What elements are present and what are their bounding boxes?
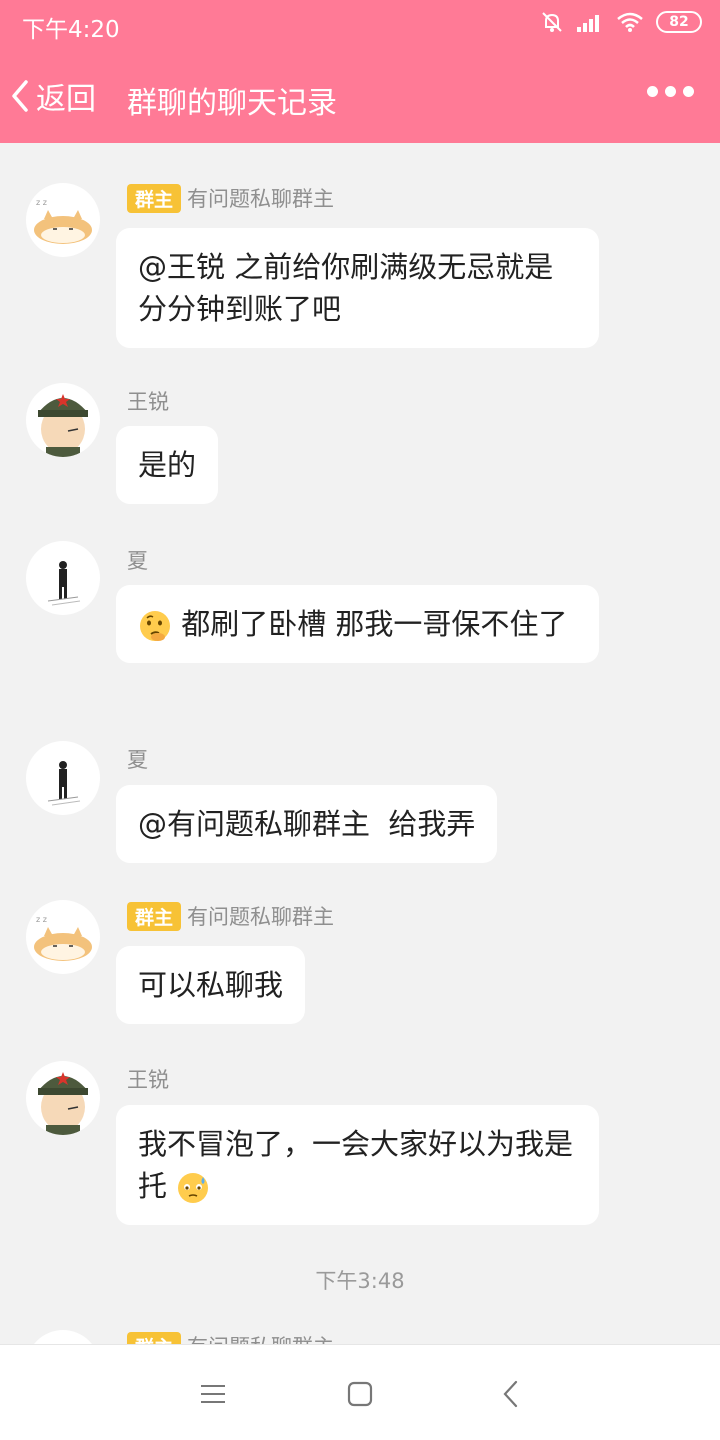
- system-nav-bar: [0, 1344, 720, 1440]
- sender-name: 夏: [127, 748, 148, 772]
- message-timestamp: 下午3:48: [315, 1269, 405, 1293]
- status-time: 下午4:20: [22, 17, 120, 43]
- battery-icon: 82: [656, 11, 702, 33]
- sender-name: 有问题私聊群主: [187, 1331, 334, 1344]
- silhouette-avatar[interactable]: [26, 541, 100, 615]
- message-bubble[interactable]: @有问题私聊群主 给我弄: [116, 785, 498, 863]
- sender-name: 王锐: [127, 1068, 169, 1092]
- back-button[interactable]: 返回: [10, 74, 96, 118]
- sender-name: 有问题私聊群主: [187, 187, 335, 211]
- owner-badge: 群主: [127, 901, 182, 931]
- message-bubble[interactable]: 都刷了卧槽 那我一哥保不住了: [116, 585, 599, 663]
- silhouette-avatar[interactable]: [26, 741, 100, 815]
- soldier-avatar[interactable]: [26, 1061, 100, 1135]
- hamster-avatar[interactable]: z z: [26, 183, 100, 257]
- hamster-avatar[interactable]: [26, 1330, 100, 1344]
- message-bubble[interactable]: 可以私聊我: [116, 946, 306, 1024]
- message-bubble[interactable]: 是的: [116, 426, 219, 504]
- owner-badge: 群主: [127, 183, 182, 213]
- back-arrow-icon: [12, 80, 28, 112]
- sender-name: 有问题私聊群主: [187, 905, 335, 929]
- wifi-icon: [617, 12, 643, 32]
- thinking-face-emoji: [140, 611, 170, 641]
- more-dots-icon[interactable]: [647, 86, 694, 97]
- signal-icon: [577, 15, 599, 32]
- hamster-avatar[interactable]: z z: [26, 900, 100, 974]
- back-label: 返回: [36, 82, 96, 117]
- status-bar: 下午4:20 82: [0, 0, 720, 50]
- mute-bell-icon: [542, 12, 562, 32]
- sender-name: 王锐: [127, 390, 169, 414]
- sender-name: 夏: [127, 549, 148, 573]
- message-bubble[interactable]: 我不冒泡了，一会大家好以为我是托: [116, 1105, 599, 1225]
- sweat-face-emoji: [178, 1173, 209, 1203]
- message-text: 都刷了卧槽 那我一哥保不住了: [181, 607, 568, 641]
- header-bar: 返回 群聊的聊天记录: [0, 50, 720, 143]
- status-icons: 82: [540, 10, 702, 34]
- soldier-avatar[interactable]: [26, 383, 100, 457]
- owner-badge: 群主: [127, 1331, 182, 1344]
- chat-list[interactable]: z z 群主 有问题私聊群主 @王锐 之前给你刷满级无忌就是分分钟到账了吧 王锐…: [0, 143, 720, 1344]
- home-icon[interactable]: [345, 1379, 375, 1409]
- svg-text:z z: z z: [36, 198, 47, 207]
- message-bubble[interactable]: @王锐 之前给你刷满级无忌就是分分钟到账了吧: [116, 228, 599, 348]
- back-icon[interactable]: [497, 1379, 527, 1409]
- menu-icon[interactable]: [198, 1379, 228, 1409]
- svg-text:z z: z z: [36, 915, 47, 924]
- page-title: 群聊的聊天记录: [127, 86, 337, 121]
